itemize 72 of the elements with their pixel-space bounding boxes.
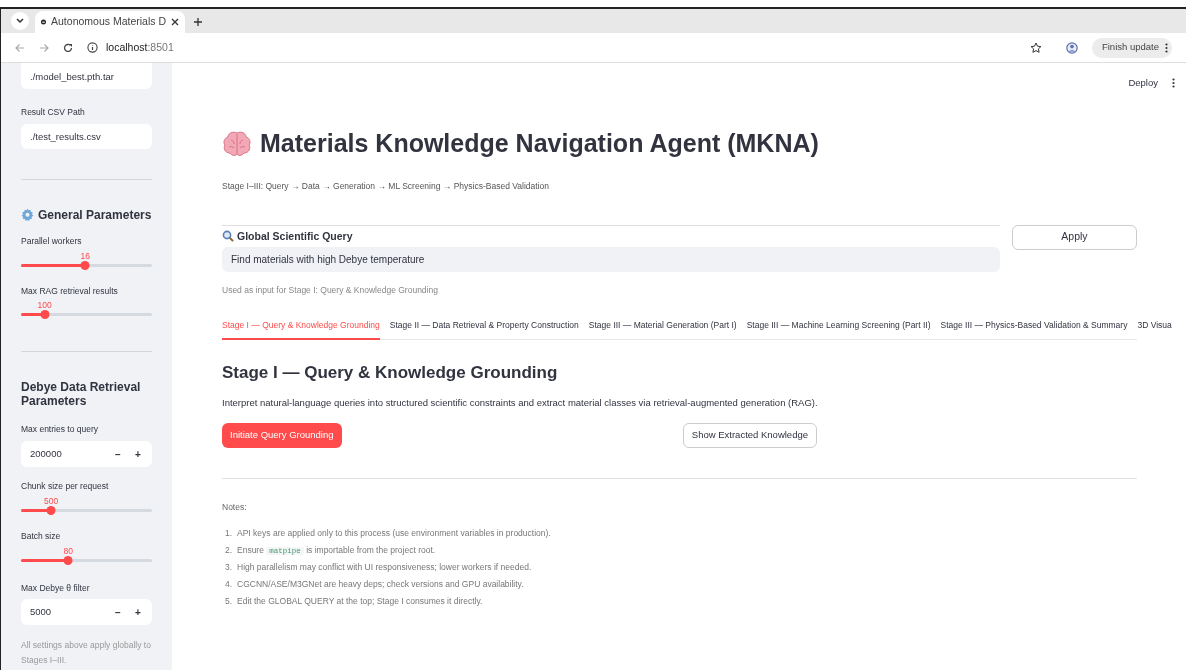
query-field[interactable]: Find materials with high Debye temperature: [222, 247, 1000, 273]
note-number: 1.: [223, 527, 232, 540]
slider-value: 80: [63, 544, 73, 558]
magnifier-icon: [222, 230, 234, 243]
deploy-button[interactable]: Deploy: [1128, 76, 1158, 91]
info-icon[interactable]: [87, 42, 98, 53]
tab[interactable]: Stage III — Machine Learning Screening (Part II): [746, 317, 931, 340]
slider-value: 16: [80, 249, 90, 263]
back-icon[interactable]: [15, 42, 25, 53]
show-knowledge-button[interactable]: Show Extracted Knowledge: [682, 422, 817, 448]
note-text: CGCNN/ASE/M3GNet are heavy deps; check versions and GPU availability.: [237, 578, 524, 591]
slider-thumb[interactable]: [46, 505, 56, 515]
increment-button[interactable]: +: [128, 446, 148, 462]
tab[interactable]: Stage III — Physics-Based Validation & Summary: [940, 317, 1128, 340]
tab[interactable]: Stage II — Data Retrieval & Property Construction: [389, 317, 579, 340]
query-label: Global Scientific Query: [237, 228, 353, 244]
field-label: Batch size: [21, 529, 61, 543]
text-field[interactable]: ./model_best.pth.tar: [21, 63, 152, 89]
note-text: API keys are applied only to this process (use environment variables in production).: [237, 527, 551, 540]
field-label: Result CSV Path: [21, 106, 85, 119]
number-field[interactable]: 200000 − +: [21, 441, 152, 467]
caption-text: All settings above apply globally to Stages I–III.: [21, 639, 152, 668]
slider-track[interactable]: [21, 558, 152, 562]
gear-icon: [21, 208, 34, 222]
note-number: 2.: [223, 544, 232, 557]
note-number: 3.: [223, 561, 232, 574]
decrement-button[interactable]: −: [108, 446, 128, 462]
page-title: Materials Knowledge Navigation Agent (MKNA): [260, 128, 819, 160]
more-icon[interactable]: [1165, 42, 1168, 53]
field-label: Max RAG retrieval results: [21, 284, 118, 298]
subtitle: Stage I–III: Query → Data → Generation → ML Screening → Physics-Based Validation: [222, 179, 549, 193]
field-label: Chunk size per request: [21, 480, 109, 493]
text-field[interactable]: ./test_results.csv: [21, 123, 152, 149]
slider-track[interactable]: [21, 263, 152, 267]
section-heading: Debye Data Retrieval Parameters: [21, 380, 142, 409]
reload-icon[interactable]: [63, 42, 73, 53]
slider-value: 500: [44, 494, 59, 508]
browser-tab[interactable]: Autonomous Materials D: [35, 11, 185, 33]
increment-button[interactable]: +: [128, 604, 148, 620]
slider-thumb[interactable]: [63, 555, 73, 565]
note-text: Edit the GLOBAL QUERY at the top; Stage I consumes it directly.: [237, 594, 483, 608]
apply-button[interactable]: Apply: [1012, 224, 1137, 250]
tab[interactable]: Stage III — Material Generation (Part I): [588, 317, 737, 340]
slider-value: 100: [37, 299, 52, 312]
tab-title: Autonomous Materials D: [51, 14, 166, 30]
slider-thumb[interactable]: [40, 310, 50, 320]
section-heading: General Parameters: [38, 207, 152, 222]
close-icon[interactable]: [171, 18, 179, 26]
note-text: High parallelism may conflict with UI responsiveness; lower workers if needed.: [237, 561, 532, 574]
field-label: Max Debye θ filter: [21, 581, 90, 595]
notes-title: Notes:: [222, 500, 247, 514]
field-label: Parallel workers: [21, 234, 82, 248]
tab-list-icon[interactable]: [11, 12, 29, 30]
new-tab-icon[interactable]: [193, 17, 203, 27]
forward-icon[interactable]: [39, 42, 49, 53]
crown-icon: [41, 17, 47, 27]
section-heading: Stage I — Query & Knowledge Grounding: [222, 361, 558, 384]
finish-update-button[interactable]: Finish update: [1091, 37, 1172, 58]
menu-icon[interactable]: [1172, 78, 1175, 89]
number-field[interactable]: 5000 − +: [21, 599, 152, 626]
slider-thumb[interactable]: [80, 260, 90, 270]
help-text: Used as input for Stage I: Query & Knowledge Grounding: [222, 284, 438, 297]
note-number: 5.: [223, 594, 232, 608]
note-number: 4.: [223, 578, 232, 591]
profile-icon[interactable]: [1065, 41, 1078, 54]
address-field[interactable]: localhost:8501: [106, 39, 174, 56]
star-icon[interactable]: [1029, 41, 1042, 54]
field-label: Max entries to query: [21, 423, 98, 436]
decrement-button[interactable]: −: [108, 604, 128, 620]
tab[interactable]: 3D Visua: [1137, 317, 1172, 340]
section-description: Interpret natural-language queries into structured scientific constraints and extract material classes via retrieval-augmented generation (RAG).: [222, 396, 818, 411]
brain-icon: [222, 131, 252, 157]
